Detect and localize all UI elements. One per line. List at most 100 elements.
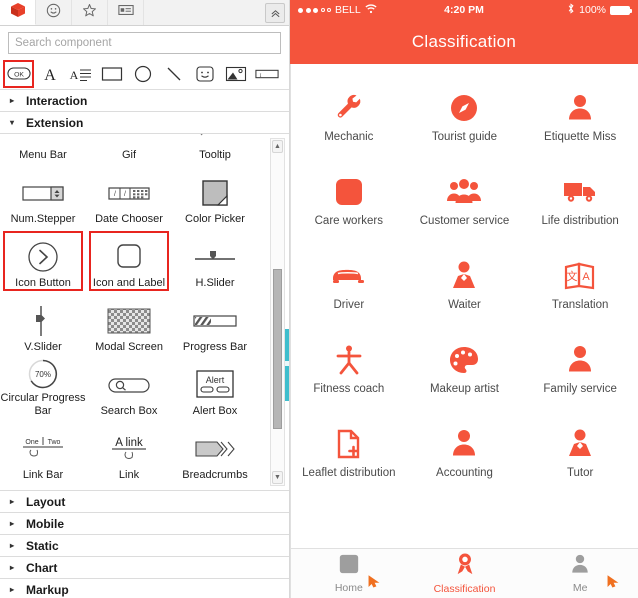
component-progress-bar[interactable]: Progress Bar	[172, 292, 258, 356]
search-input[interactable]	[8, 32, 281, 54]
woman-icon	[565, 90, 595, 126]
component-library-panel: OK A A	[0, 0, 290, 598]
progress-bar-icon	[191, 301, 239, 341]
breadcrumbs-icon	[191, 429, 239, 469]
svg-text:I: I	[259, 72, 261, 78]
component-color-picker[interactable]: Color Picker	[172, 164, 258, 228]
section-mobile[interactable]: ▸ Mobile	[0, 513, 289, 535]
section-interaction[interactable]: ▸ Interaction	[0, 90, 289, 112]
component-scrollbar[interactable]: ▲ ▼	[270, 138, 285, 486]
component-tooltip[interactable]: Tooltip	[172, 134, 258, 164]
scrollbar-thumb[interactable]	[273, 269, 282, 429]
line-tool[interactable]	[159, 61, 188, 87]
scroll-up-button[interactable]: ▲	[272, 140, 283, 153]
component-icon-button[interactable]: Icon Button	[0, 228, 86, 292]
svg-text:A link: A link	[115, 437, 143, 449]
section-layout[interactable]: ▸ Layout	[0, 491, 289, 513]
component-alert-box[interactable]: Alert Alert Box	[172, 356, 258, 420]
favorites-tab[interactable]	[72, 0, 108, 25]
grid-item-life-distribution[interactable]: Life distribution	[522, 160, 638, 244]
grid-item-fitness-coach[interactable]: Fitness coach	[291, 328, 407, 412]
category-content: Mechanic Tourist guide Etiquette Miss Ca…	[290, 64, 638, 548]
suit-person-icon	[449, 258, 479, 294]
h-slider-icon	[191, 237, 239, 277]
component-date-chooser[interactable]: / / Date Chooser	[86, 164, 172, 228]
people-group-icon	[446, 174, 482, 210]
component-circular-progress-bar[interactable]: 70% Circular Progress Bar	[0, 356, 86, 420]
image-tool[interactable]	[221, 61, 250, 87]
component-label: Link Bar	[22, 469, 64, 481]
component-search-box[interactable]: Search Box	[86, 356, 172, 420]
component-label: Tooltip	[199, 149, 231, 161]
compass-icon	[448, 90, 480, 126]
grid-item-family-service[interactable]: Family service	[522, 328, 638, 412]
tab-home[interactable]: Home	[291, 553, 407, 594]
component-link-bar[interactable]: One Two Link Bar	[0, 420, 86, 484]
component-link[interactable]: A link Link	[86, 420, 172, 484]
icon-button-icon	[26, 237, 60, 277]
grid-item-label: Etiquette Miss	[544, 131, 617, 143]
grid-item-mechanic[interactable]: Mechanic	[291, 76, 407, 160]
home-icon	[338, 553, 360, 580]
component-breadcrumbs[interactable]: Breadcrumbs	[172, 420, 258, 484]
component-label: Breadcrumbs	[182, 469, 248, 481]
grid-item-care-workers[interactable]: Care workers	[291, 160, 407, 244]
grid-item-driver[interactable]: Driver	[291, 244, 407, 328]
collapse-panel-button[interactable]	[265, 3, 285, 23]
grid-item-translation[interactable]: 文 A Translation	[522, 244, 638, 328]
chevron-right-icon: ▸	[10, 519, 15, 528]
svg-text:Two: Two	[48, 439, 61, 446]
ellipse-tool[interactable]	[128, 61, 157, 87]
tab-me[interactable]: Me	[522, 553, 638, 594]
svg-text:/: /	[114, 191, 116, 198]
section-chart[interactable]: ▸ Chart	[0, 557, 289, 579]
alert-box-text: Alert	[206, 375, 225, 385]
component-menu-bar[interactable]: Menu Bar	[0, 134, 86, 164]
component-gif[interactable]: Gif	[86, 134, 172, 164]
section-markup[interactable]: ▸ Markup	[0, 579, 289, 598]
circular-progress-icon: 70%	[26, 356, 60, 392]
battery-icon	[610, 5, 632, 15]
num-stepper-icon	[20, 173, 66, 213]
tab-classification[interactable]: Classification	[407, 552, 523, 595]
grid-item-makeup-artist[interactable]: Makeup artist	[407, 328, 523, 412]
component-h-slider[interactable]: H.Slider	[172, 228, 258, 292]
rectangle-tool[interactable]	[97, 61, 126, 87]
text-tool[interactable]: A	[35, 61, 64, 87]
ok-button-tool[interactable]: OK	[3, 59, 34, 88]
extension-components-grid: Menu Bar Gif Tooltip Num.Stepper / / Dat…	[0, 134, 258, 484]
tab-home-label: Home	[334, 582, 363, 594]
canvas-edge-handle	[285, 361, 289, 366]
section-extension[interactable]: ▾ Extension	[0, 112, 289, 134]
component-v-slider[interactable]: V.Slider	[0, 292, 86, 356]
emoji-tool[interactable]	[190, 61, 219, 87]
components-tab[interactable]	[0, 0, 36, 25]
grid-item-label: Leaflet distribution	[302, 467, 396, 479]
section-static[interactable]: ▸ Static	[0, 535, 289, 557]
component-num-stepper[interactable]: Num.Stepper	[0, 164, 86, 228]
component-label: Num.Stepper	[10, 213, 76, 225]
grid-item-waiter[interactable]: Waiter	[407, 244, 523, 328]
section-static-label: Static	[26, 538, 59, 553]
truck-icon	[562, 174, 598, 210]
templates-tab[interactable]	[108, 0, 144, 25]
grid-item-accounting[interactable]: Accounting	[407, 412, 523, 496]
grid-item-label: Accounting	[436, 467, 493, 479]
grid-item-tourist-guide[interactable]: Tourist guide	[407, 76, 523, 160]
grid-item-label: Driver	[333, 299, 365, 311]
component-label: V.Slider	[24, 341, 62, 353]
input-tool[interactable]: I	[252, 61, 281, 87]
component-icon-and-label[interactable]: Icon and Label	[86, 228, 172, 292]
app-root: OK A A	[0, 0, 638, 598]
grid-item-customer-service[interactable]: Customer service	[407, 160, 523, 244]
scroll-down-button[interactable]: ▼	[272, 471, 283, 484]
grid-item-leaflet-distribution[interactable]: Leaflet distribution	[291, 412, 407, 496]
paragraph-tool[interactable]: A	[66, 61, 95, 87]
menu-bar-icon	[20, 134, 66, 149]
gif-icon	[107, 134, 151, 149]
component-label: Modal Screen	[95, 341, 163, 353]
component-modal-screen[interactable]: Modal Screen	[86, 292, 172, 356]
emoji-tab[interactable]	[36, 0, 72, 25]
grid-item-etiquette-miss[interactable]: Etiquette Miss	[522, 76, 638, 160]
grid-item-tutor[interactable]: Tutor	[522, 412, 638, 496]
